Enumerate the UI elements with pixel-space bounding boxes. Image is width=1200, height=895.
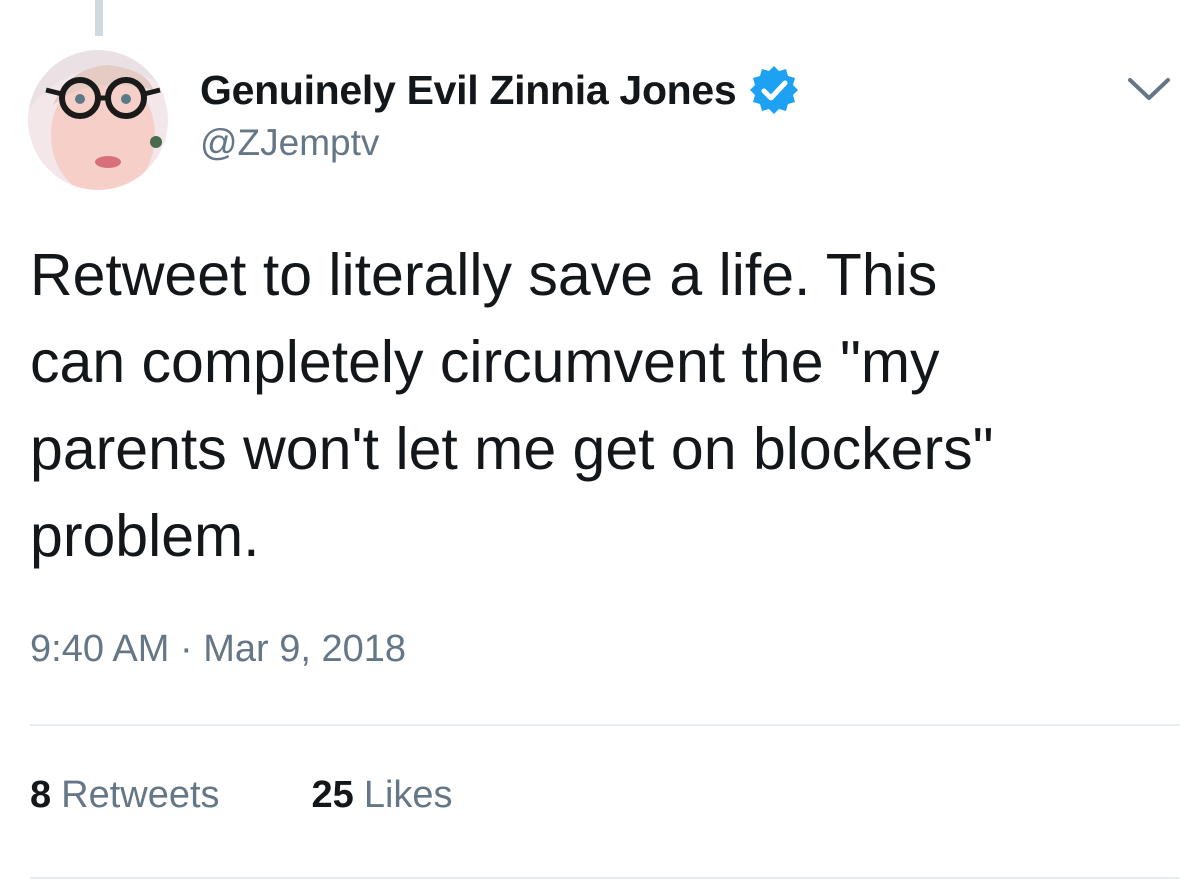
- likes-count: 25: [311, 774, 354, 816]
- tweet-stats: 8 Retweets 25 Likes: [30, 774, 453, 817]
- chevron-down-icon[interactable]: [1126, 72, 1172, 106]
- author-name-row: Genuinely Evil Zinnia Jones: [200, 66, 800, 114]
- tweet-timestamp[interactable]: 9:40 AM · Mar 9, 2018: [30, 628, 406, 671]
- divider: [30, 724, 1180, 726]
- retweets-stat[interactable]: 8 Retweets: [30, 774, 220, 817]
- retweets-count: 8: [30, 774, 52, 816]
- divider: [30, 877, 1180, 879]
- likes-label: Likes: [363, 774, 453, 816]
- thread-connector-line: [95, 0, 103, 36]
- verified-badge-icon: [748, 64, 800, 116]
- author-display-name[interactable]: Genuinely Evil Zinnia Jones: [200, 67, 737, 114]
- tweet-text: Retweet to literally save a life. This c…: [30, 242, 994, 569]
- retweets-label: Retweets: [61, 774, 220, 816]
- tweet-author[interactable]: Genuinely Evil Zinnia Jones @ZJemptv: [200, 66, 800, 164]
- avatar-photo-icon: [28, 50, 168, 190]
- likes-stat[interactable]: 25 Likes: [312, 774, 453, 817]
- avatar[interactable]: [28, 50, 168, 190]
- author-handle[interactable]: @ZJemptv: [200, 122, 800, 164]
